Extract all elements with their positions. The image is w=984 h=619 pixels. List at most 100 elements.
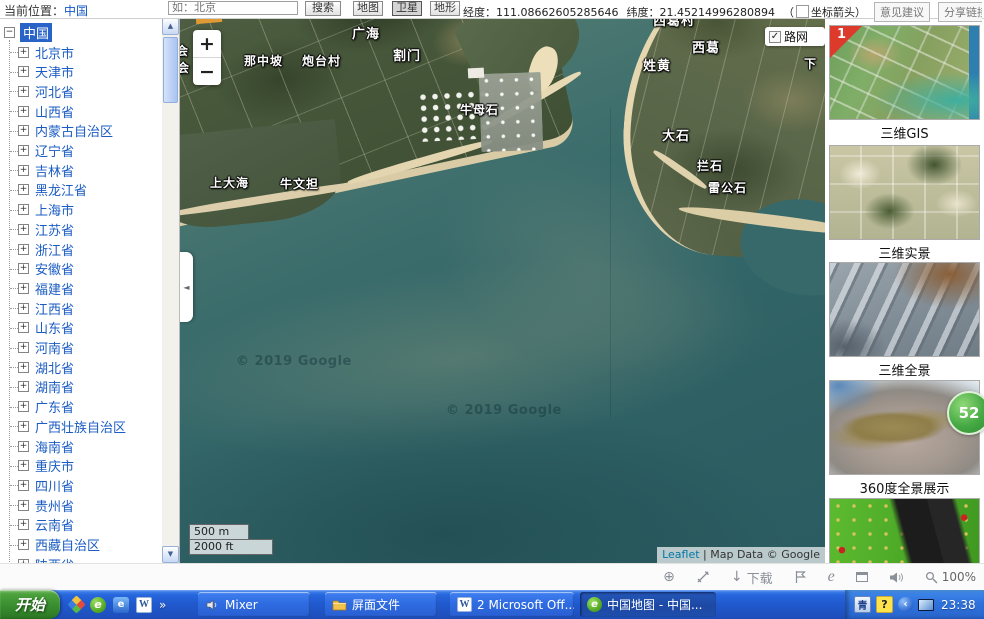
province-label[interactable]: 山东省 — [35, 318, 74, 337]
sidebar-item-province[interactable]: + 四川省 — [18, 475, 74, 495]
expand-plus-icon[interactable]: + — [18, 303, 29, 314]
sidebar-item-province[interactable]: + 广西壮族自治区 — [18, 416, 126, 436]
expand-plus-icon[interactable]: + — [18, 47, 29, 58]
tray-collapse-icon[interactable]: ‹ — [898, 597, 913, 612]
expand-plus-icon[interactable]: + — [18, 441, 29, 452]
task-button-folder[interactable]: 屏面文件 — [325, 592, 437, 617]
gallery-label[interactable]: 三维全景 — [829, 360, 980, 379]
terrain-mode-button[interactable]: 地形 — [430, 1, 460, 16]
province-label[interactable]: 上海市 — [35, 200, 74, 219]
sidebar-item-province[interactable]: + 山东省 — [18, 318, 74, 338]
expand-plus-icon[interactable]: + — [18, 519, 29, 530]
sidebar-item-province[interactable]: +陕西省 — [18, 554, 74, 563]
province-label[interactable]: 内蒙古自治区 — [35, 121, 113, 140]
province-label[interactable]: 安徽省 — [35, 259, 74, 278]
satellite-map[interactable]: 广海割门那中坡炮台村牛母石上大海牛文担西葛村西葛姓黄大石拦石雷公石下会会 © 2… — [180, 18, 825, 563]
road-network-checkbox[interactable]: ✓ — [769, 31, 781, 43]
expand-plus-icon[interactable]: + — [18, 381, 29, 392]
rocket-icon[interactable] — [696, 570, 710, 584]
green-browser-icon[interactable]: e — [90, 597, 106, 613]
province-label[interactable]: 贵州省 — [35, 496, 74, 515]
province-label[interactable]: 海南省 — [35, 437, 74, 456]
sidebar-scrollbar[interactable]: ▲ ▼ — [162, 18, 179, 563]
tray-app-icon[interactable]: 青 — [854, 596, 871, 613]
sidebar-item-province[interactable]: + 重庆市 — [18, 456, 74, 476]
zoom-in-button[interactable]: + — [193, 30, 221, 58]
tray-network-monitor-icon[interactable] — [918, 599, 934, 611]
thumbnail-3d-gis[interactable]: 1 — [829, 25, 980, 120]
sidebar-item-province[interactable]: +辽宁省 — [18, 141, 74, 161]
sidebar-item-province[interactable]: + 安徽省 — [18, 259, 74, 279]
gallery-item-360-pano[interactable]: 52 360度全景展示 — [829, 380, 980, 497]
expand-plus-icon[interactable]: + — [18, 204, 29, 215]
gallery-label[interactable]: 三维实景 — [829, 243, 980, 262]
province-label[interactable]: 浙江省 — [35, 240, 74, 259]
province-label[interactable]: 广西壮族自治区 — [35, 417, 126, 436]
circle-plus-icon[interactable]: ⊕ — [663, 569, 675, 585]
thumbnail-360-pano[interactable]: 52 — [829, 380, 980, 475]
province-label[interactable]: 山西省 — [35, 102, 74, 121]
province-label[interactable]: 北京市 — [35, 43, 74, 62]
page-zoom-control[interactable]: 100% — [925, 570, 976, 584]
leaflet-link[interactable]: Leaflet — [662, 548, 699, 561]
thumbnail-pcb[interactable] — [829, 498, 980, 563]
sidebar-item-province[interactable]: +江苏省 — [18, 219, 74, 239]
quick-launch-overflow-chevron[interactable]: » — [159, 598, 166, 612]
expand-plus-icon[interactable]: + — [18, 165, 29, 176]
speaker-icon[interactable] — [889, 571, 904, 584]
expand-plus-icon[interactable]: + — [18, 244, 29, 255]
scrollbar-thumb[interactable] — [163, 37, 178, 103]
province-label[interactable]: 吉林省 — [35, 161, 74, 180]
sidebar-item-province[interactable]: +河南省 — [18, 338, 74, 358]
start-button[interactable]: 开始 — [0, 590, 60, 619]
province-label[interactable]: 云南省 — [35, 515, 74, 534]
expand-plus-icon[interactable]: + — [18, 86, 29, 97]
expand-plus-icon[interactable]: + — [18, 125, 29, 136]
province-label[interactable]: 陕西省 — [35, 555, 74, 563]
sidebar-item-province[interactable]: + 内蒙古自治区 — [18, 121, 113, 141]
province-label[interactable]: 河南省 — [35, 338, 74, 357]
sidebar-item-province[interactable]: +湖南省 — [18, 377, 74, 397]
sidebar-item-province[interactable]: +黑龙江省 — [18, 180, 87, 200]
expand-plus-icon[interactable]: + — [18, 421, 29, 432]
expand-plus-icon[interactable]: + — [18, 263, 29, 274]
province-label[interactable]: 辽宁省 — [35, 141, 74, 160]
expand-plus-icon[interactable]: + — [18, 322, 29, 333]
gallery-item-3d-pano[interactable]: 三维全景 — [829, 262, 980, 379]
task-button-map-active[interactable]: e 中国地图 - 中国... — [580, 592, 716, 617]
sidebar-item-province[interactable]: +江西省 — [18, 298, 74, 318]
tree-root-china[interactable]: − 中国 — [4, 22, 52, 42]
expand-plus-icon[interactable]: + — [18, 106, 29, 117]
task-button-office-group[interactable]: W 2 Microsoft Off... ▼ — [450, 592, 574, 617]
tree-root-label[interactable]: 中国 — [20, 23, 52, 42]
sidebar-item-province[interactable]: +西藏自治区 — [18, 535, 100, 555]
sidebar-item-province[interactable]: +贵州省 — [18, 495, 74, 515]
map-mode-button[interactable]: 地图 — [353, 1, 383, 16]
sidebar-item-province[interactable]: + 吉林省 — [18, 160, 74, 180]
download-control[interactable]: ↓下载 — [731, 568, 773, 587]
province-label[interactable]: 黑龙江省 — [35, 180, 87, 199]
province-label[interactable]: 福建省 — [35, 279, 74, 298]
tray-help-icon[interactable]: ? — [876, 596, 893, 613]
sidebar-item-province[interactable]: + 北京市 — [18, 42, 74, 62]
province-label[interactable]: 四川省 — [35, 476, 74, 495]
sidebar-item-province[interactable]: +广东省 — [18, 397, 74, 417]
task-button-mixer[interactable]: Mixer — [198, 592, 310, 617]
sidebar-item-province[interactable]: + 海南省 — [18, 436, 74, 456]
gallery-label[interactable]: 三维GIS — [829, 123, 980, 142]
province-label[interactable]: 重庆市 — [35, 456, 74, 475]
sidebar-item-province[interactable]: + 云南省 — [18, 515, 74, 535]
expand-plus-icon[interactable]: + — [18, 460, 29, 471]
sidebar-item-province[interactable]: +福建省 — [18, 278, 74, 298]
search-button[interactable]: 搜索 — [305, 1, 341, 16]
zoom-out-button[interactable]: − — [193, 58, 221, 85]
search-input[interactable] — [168, 1, 298, 15]
expand-plus-icon[interactable]: + — [18, 480, 29, 491]
thumbnail-3d-pano[interactable] — [829, 262, 980, 357]
expand-plus-icon[interactable]: + — [18, 401, 29, 412]
share-link-button[interactable]: 分享链接 — [938, 2, 982, 22]
word-launcher-icon[interactable]: W — [136, 597, 152, 613]
expand-plus-icon[interactable]: + — [18, 539, 29, 550]
scroll-up-icon[interactable]: ▲ — [162, 18, 179, 35]
restore-window-icon[interactable] — [856, 572, 868, 582]
